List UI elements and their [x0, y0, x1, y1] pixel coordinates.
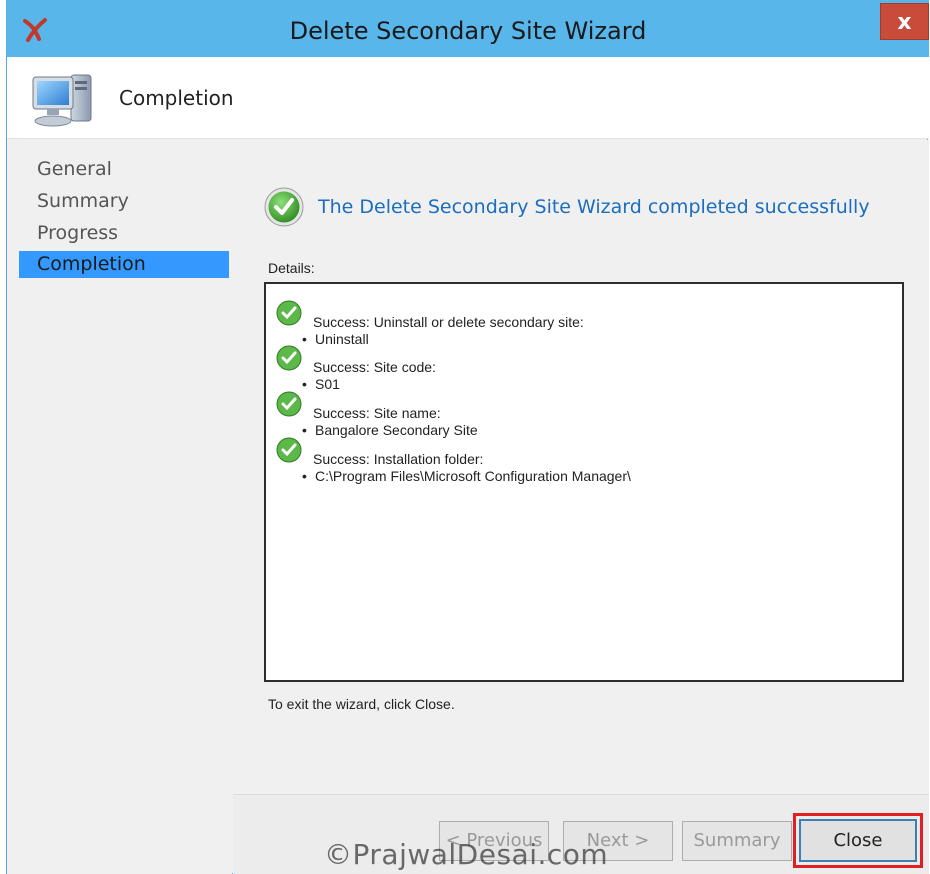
detail-value: • Uninstall — [302, 331, 369, 347]
detail-value: • C:\Program Files\Microsoft Configuratio… — [302, 468, 631, 484]
detail-title: Success: Installation folder: — [313, 451, 484, 467]
completion-headline: The Delete Secondary Site Wizard complet… — [318, 196, 870, 218]
page-title: Completion — [119, 86, 234, 110]
exit-instructions: To exit the wizard, click Close. — [268, 696, 455, 712]
detail-value-text: Uninstall — [315, 331, 369, 347]
success-check-icon — [276, 300, 302, 326]
page-header: Completion — [7, 57, 929, 139]
detail-value-text: S01 — [315, 376, 340, 392]
nav-item-progress[interactable]: Progress — [19, 220, 229, 247]
detail-title: Success: Site name: — [313, 405, 441, 421]
success-check-icon — [276, 391, 302, 417]
details-box[interactable]: Success: Uninstall or delete secondary s… — [264, 282, 904, 682]
nav-item-completion[interactable]: Completion — [19, 251, 229, 278]
close-button[interactable]: Close — [793, 813, 923, 868]
detail-value-text: Bangalore Secondary Site — [315, 422, 478, 438]
details-label: Details: — [268, 260, 315, 276]
detail-title: Success: Site code: — [313, 359, 436, 375]
summary-button[interactable]: Summary — [682, 821, 792, 861]
window-title: Delete Secondary Site Wizard — [289, 17, 647, 45]
watermark: ©PrajwalDesai.com — [324, 838, 609, 871]
detail-value: • S01 — [302, 376, 340, 392]
success-check-icon — [276, 437, 302, 463]
nav-item-summary[interactable]: Summary — [19, 188, 229, 215]
success-check-icon — [276, 345, 302, 371]
detail-value-text: C:\Program Files\Microsoft Configuration… — [315, 468, 631, 484]
title-bar: Delete Secondary Site Wizard x — [7, 0, 929, 57]
window-close-button[interactable]: x — [880, 3, 929, 40]
detail-title: Success: Uninstall or delete secondary s… — [313, 314, 584, 330]
wizard-window: Delete Secondary Site Wizard x Completio… — [6, 0, 929, 874]
wizard-nav: General Summary Progress Completion — [7, 140, 232, 874]
detail-value: • Bangalore Secondary Site — [302, 422, 478, 438]
success-check-icon — [264, 187, 304, 227]
computer-icon — [32, 74, 92, 127]
nav-item-general[interactable]: General — [19, 156, 229, 183]
content-pane: The Delete Secondary Site Wizard complet… — [233, 140, 929, 874]
